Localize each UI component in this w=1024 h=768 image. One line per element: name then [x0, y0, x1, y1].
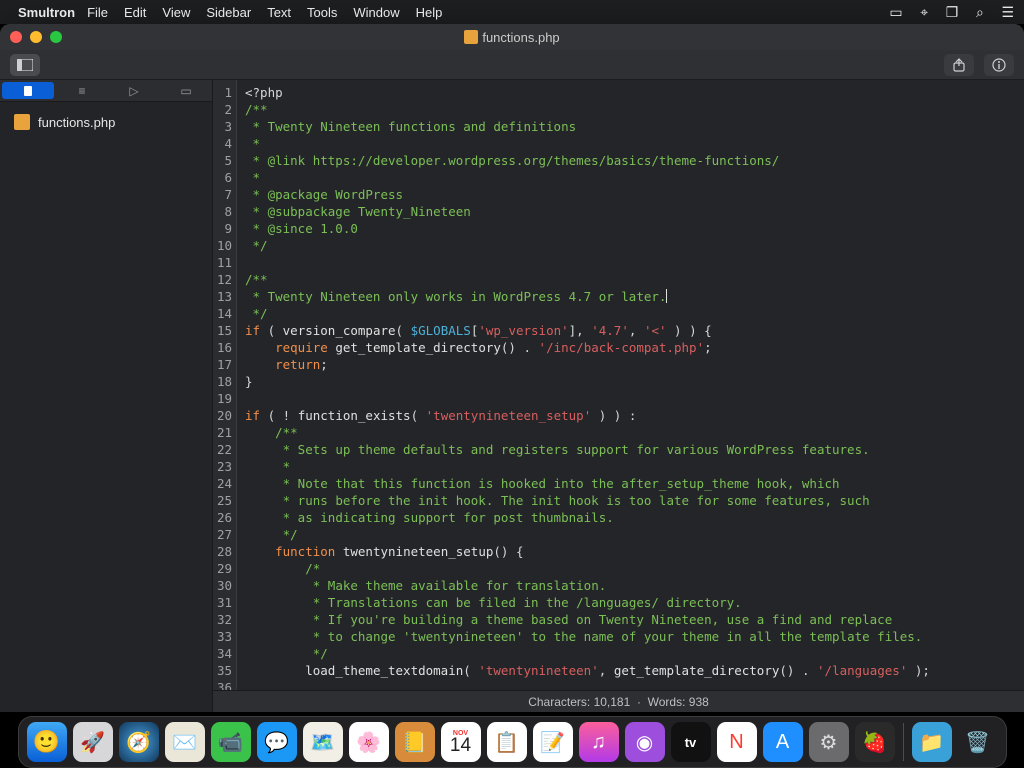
sidebar-toggle-button[interactable]: [10, 54, 40, 76]
app-window: functions.php ≡ ▷ ▭ fun: [0, 24, 1024, 712]
status-characters: 10,181: [594, 695, 631, 709]
menu-text[interactable]: Text: [267, 5, 291, 20]
dock-reminders[interactable]: 📋: [487, 722, 527, 762]
editor: 1 2 3 4 5 6 7 8 9 10 11 12 13 14 15 16 1…: [213, 80, 1024, 712]
dock: 🙂 🚀 🧭 ✉️ 📹 💬 🗺️ 🌸 📒 NOV14 📋 📝 ♫ ◉ tv N A…: [18, 716, 1007, 768]
menu-edit[interactable]: Edit: [124, 5, 146, 20]
app-name[interactable]: Smultron: [18, 5, 75, 20]
info-icon: [992, 58, 1006, 72]
menu-tools[interactable]: Tools: [307, 5, 337, 20]
status-characters-label: Characters:: [528, 695, 590, 709]
dock-safari[interactable]: 🧭: [119, 722, 159, 762]
dock-notes[interactable]: 📝: [533, 722, 573, 762]
tray-menu-icon[interactable]: ☰: [1001, 4, 1014, 20]
menu-view[interactable]: View: [162, 5, 190, 20]
dock-messages[interactable]: 💬: [257, 722, 297, 762]
dock-tv[interactable]: tv: [671, 722, 711, 762]
dock-appstore[interactable]: A: [763, 722, 803, 762]
status-words: 938: [689, 695, 709, 709]
dock-finder[interactable]: 🙂: [27, 722, 67, 762]
sidebar-tab-documents[interactable]: [2, 82, 54, 99]
status-words-label: Words:: [648, 695, 686, 709]
sidebar-icon: [17, 59, 33, 71]
dock-photos[interactable]: 🌸: [349, 722, 389, 762]
dock-mail[interactable]: ✉️: [165, 722, 205, 762]
document-icon: [22, 85, 34, 97]
menu-sidebar[interactable]: Sidebar: [206, 5, 251, 20]
dock-contacts[interactable]: 📒: [395, 722, 435, 762]
file-name: functions.php: [38, 115, 115, 130]
window-zoom[interactable]: [50, 31, 62, 43]
dock-news[interactable]: N: [717, 722, 757, 762]
dock-separator: [903, 723, 904, 761]
share-icon: [952, 58, 966, 72]
tray-display-icon[interactable]: ▭: [889, 4, 902, 20]
share-button[interactable]: [944, 54, 974, 76]
dock-music[interactable]: ♫: [579, 722, 619, 762]
tray-screens-icon[interactable]: ❐: [946, 4, 959, 20]
line-gutter: 1 2 3 4 5 6 7 8 9 10 11 12 13 14 15 16 1…: [213, 80, 237, 690]
file-item[interactable]: functions.php: [6, 110, 206, 134]
mac-menubar: Smultron File Edit View Sidebar Text Too…: [0, 0, 1024, 24]
dock-maps[interactable]: 🗺️: [303, 722, 343, 762]
dock-settings[interactable]: ⚙︎: [809, 722, 849, 762]
info-button[interactable]: [984, 54, 1014, 76]
sidebar-tab-preview[interactable]: ▷: [108, 80, 160, 101]
menu-window[interactable]: Window: [353, 5, 399, 20]
dock-facetime[interactable]: 📹: [211, 722, 251, 762]
source-text[interactable]: <?php/** * Twenty Nineteen functions and…: [237, 80, 1024, 690]
window-minimize[interactable]: [30, 31, 42, 43]
titlebar: functions.php: [0, 24, 1024, 50]
menu-help[interactable]: Help: [416, 5, 443, 20]
dock-smultron[interactable]: 🍓: [855, 722, 895, 762]
sidebar-tab-split[interactable]: ▭: [160, 80, 212, 101]
dock-downloads[interactable]: 📁: [912, 722, 952, 762]
window-close[interactable]: [10, 31, 22, 43]
code-area[interactable]: 1 2 3 4 5 6 7 8 9 10 11 12 13 14 15 16 1…: [213, 80, 1024, 690]
tray-pointer-icon[interactable]: ⌖: [920, 4, 928, 20]
tray-search-icon[interactable]: ⌕: [976, 4, 984, 20]
file-icon: [14, 114, 30, 130]
toolbar: [0, 50, 1024, 80]
sidebar-tab-symbols[interactable]: ≡: [56, 80, 108, 101]
window-title: functions.php: [482, 30, 559, 45]
dock-launchpad[interactable]: 🚀: [73, 722, 113, 762]
dock-calendar[interactable]: NOV14: [441, 722, 481, 762]
dock-podcasts[interactable]: ◉: [625, 722, 665, 762]
file-icon: [464, 30, 478, 44]
status-bar: Characters: 10,181 · Words: 938: [213, 690, 1024, 712]
sidebar: ≡ ▷ ▭ functions.php: [0, 80, 213, 712]
dock-trash[interactable]: 🗑️: [958, 722, 998, 762]
menu-file[interactable]: File: [87, 5, 108, 20]
